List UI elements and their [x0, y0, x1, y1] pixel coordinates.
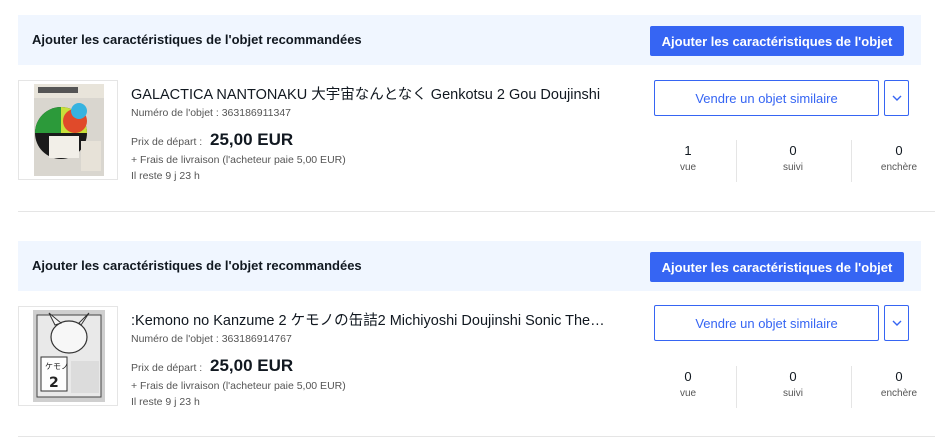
stat-views-value: 0 [684, 369, 692, 384]
stat-divider [851, 140, 852, 182]
stat-watchers: 0 suivi [753, 143, 833, 173]
item-price: 25,00 EUR [210, 356, 294, 375]
stat-bids-label: enchère [880, 388, 918, 399]
price-label: Prix de départ : [131, 362, 203, 374]
manga-cover-thumbnail-icon: ケモノ 2 [33, 310, 105, 402]
stat-watchers: 0 suivi [753, 369, 833, 399]
listing-card: Ajouter les caractéristiques de l'objet … [0, 241, 943, 441]
item-number: Numéro de l'objet : 363186911347 [131, 107, 292, 119]
stat-views-label: vue [679, 162, 697, 173]
item-thumbnail[interactable]: ケモノ 2 [18, 306, 118, 406]
stat-watchers-label: suivi [782, 388, 803, 399]
manga-cover-thumbnail-icon [34, 84, 104, 176]
sell-similar-button[interactable]: Vendre un objet similaire [654, 80, 879, 116]
item-title[interactable]: GALACTICA NANTONAKU 大宇宙なんとなく Genkotsu 2 … [131, 83, 606, 104]
svg-text:ケモノ: ケモノ [45, 362, 69, 371]
add-item-specifics-button[interactable]: Ajouter les caractéristiques de l'objet [650, 252, 904, 282]
shipping-cost: + Frais de livraison (l'acheteur paie 5,… [131, 380, 346, 392]
stat-divider [736, 140, 737, 182]
stat-views: 1 vue [648, 143, 728, 173]
stat-divider [851, 366, 852, 408]
listing-divider [18, 211, 935, 212]
item-title[interactable]: :Kemono no Kanzume 2 ケモノの缶詰2 Michiyoshi … [131, 309, 606, 330]
more-actions-dropdown[interactable] [884, 80, 909, 116]
stat-watchers-value: 0 [789, 369, 797, 384]
banner-text: Ajouter les caractéristiques de l'objet … [32, 32, 362, 47]
recommended-specifics-banner: Ajouter les caractéristiques de l'objet … [18, 15, 921, 65]
stat-divider [736, 366, 737, 408]
stat-bids-value: 0 [895, 143, 903, 158]
chevron-down-icon [892, 95, 901, 101]
listing-card: Ajouter les caractéristiques de l'objet … [0, 15, 943, 215]
item-number: Numéro de l'objet : 363186914767 [131, 333, 292, 345]
add-item-specifics-button[interactable]: Ajouter les caractéristiques de l'objet [650, 26, 904, 56]
stat-views-label: vue [679, 388, 697, 399]
stat-watchers-value: 0 [789, 143, 797, 158]
stat-views-value: 1 [684, 143, 692, 158]
more-actions-dropdown[interactable] [884, 305, 909, 341]
stat-watchers-label: suivi [782, 162, 803, 173]
stat-bids-value: 0 [895, 369, 903, 384]
price-label: Prix de départ : [131, 136, 203, 148]
stat-views: 0 vue [648, 369, 728, 399]
time-left: Il reste 9 j 23 h [131, 396, 200, 408]
time-left: Il reste 9 j 23 h [131, 170, 200, 182]
shipping-cost: + Frais de livraison (l'acheteur paie 5,… [131, 154, 346, 166]
banner-text: Ajouter les caractéristiques de l'objet … [32, 258, 362, 273]
stat-bids: 0 enchère [859, 143, 939, 173]
sell-similar-button[interactable]: Vendre un objet similaire [654, 305, 879, 341]
item-price: 25,00 EUR [210, 130, 294, 149]
item-thumbnail[interactable] [18, 80, 118, 180]
svg-text:2: 2 [49, 375, 59, 391]
recommended-specifics-banner: Ajouter les caractéristiques de l'objet … [18, 241, 921, 291]
chevron-down-icon [892, 320, 901, 326]
stat-bids-label: enchère [880, 162, 918, 173]
stat-bids: 0 enchère [859, 369, 939, 399]
listing-divider [18, 436, 935, 437]
